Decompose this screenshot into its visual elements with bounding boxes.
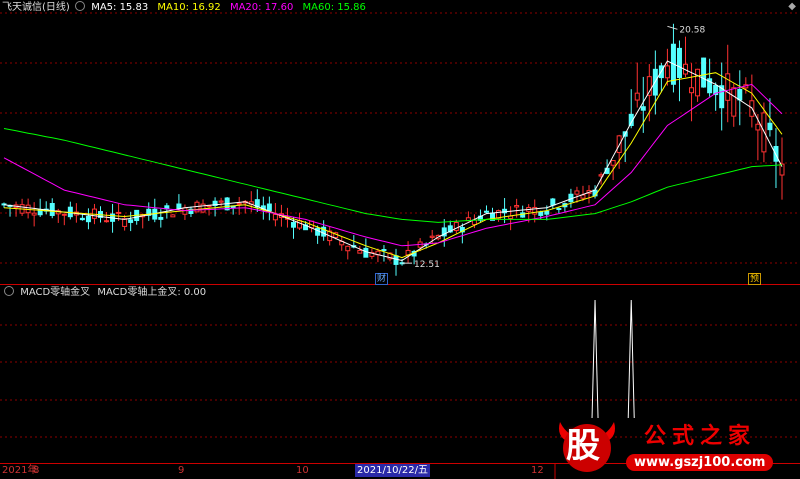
settings-circle-icon[interactable] — [75, 1, 85, 11]
candle-body — [737, 88, 743, 101]
ma20-label: MA20: 17.60 — [229, 2, 294, 13]
candle-body — [170, 214, 176, 218]
ma5-label: MA5: 15.83 — [91, 2, 149, 13]
ma10-line — [3, 72, 783, 259]
candle-body — [272, 213, 278, 221]
candle-body — [429, 235, 435, 238]
candle-body — [755, 123, 761, 131]
candle-body — [574, 190, 580, 195]
financial-report-tag[interactable]: 财 — [375, 273, 389, 285]
candle-body — [689, 87, 695, 94]
candle-body — [664, 65, 670, 79]
candle-body — [634, 92, 640, 101]
price-annotations: 20.58 12.51 — [402, 25, 705, 270]
candle-body — [49, 203, 55, 216]
candle-body — [731, 87, 737, 117]
main-panel-header: 飞天诚信(日线) MA5: 15.83 MA10: 16.92 MA20: 17… — [2, 1, 372, 14]
candle-body — [695, 68, 701, 97]
forecast-tag[interactable]: 预 — [748, 273, 762, 285]
ma10-label: MA10: 16.92 — [157, 2, 221, 13]
panel-menu-icon[interactable]: ◆ — [788, 1, 796, 12]
main-panel-title[interactable]: 飞天诚信(日线) — [2, 2, 70, 13]
ma60-line — [3, 128, 783, 223]
ma5-line — [3, 60, 783, 262]
candle-body — [61, 213, 67, 216]
sub-panel-header: MACD零轴金叉 MACD零轴上金叉: 0.00 — [2, 286, 206, 299]
candle-body — [31, 212, 37, 216]
candle-body — [725, 73, 731, 101]
candle-body — [357, 249, 363, 254]
candle-body — [116, 211, 122, 214]
candle-body — [767, 122, 773, 131]
candle-body — [381, 249, 387, 252]
candle-body — [640, 106, 646, 111]
watermark-logo-text: 股 — [566, 426, 600, 466]
candle-body — [556, 208, 562, 211]
candle-body — [514, 205, 520, 208]
grid-lines — [0, 12, 800, 479]
ma20-line — [3, 83, 783, 247]
candle-body — [610, 160, 616, 166]
candle-body — [363, 247, 369, 258]
macd-signal-series — [591, 299, 635, 419]
candle-body — [550, 198, 556, 206]
candle-body — [290, 222, 296, 228]
price-annotation: 12.51 — [414, 260, 440, 270]
candle-body — [236, 202, 242, 205]
date-tick-label: 9 — [178, 465, 185, 476]
candle-body — [701, 57, 707, 88]
cursor-date-label: 2021/10/22/五 — [355, 464, 431, 477]
watermark: 股 公式之家 www.gszj100.com — [556, 416, 796, 476]
indicator-settings-icon[interactable] — [4, 286, 14, 296]
candle-body — [483, 210, 489, 213]
candle-body — [104, 220, 110, 223]
candle-body — [158, 216, 164, 220]
chart-canvas: 20.58 12.51 — [0, 12, 800, 479]
candle-body — [520, 212, 526, 218]
candle-body — [393, 255, 399, 265]
price-annotation: 20.58 — [679, 25, 705, 35]
candle-body — [266, 203, 272, 212]
indicator-title[interactable]: MACD零轴金叉 — [20, 287, 90, 298]
annotation-leader — [667, 25, 678, 30]
candle-body — [538, 211, 544, 216]
indicator-value: MACD零轴上金叉: 0.00 — [97, 287, 207, 298]
candle-body — [79, 217, 85, 221]
date-tick-label: 10 — [296, 465, 309, 476]
watermark-url: www.gszj100.com — [626, 454, 774, 471]
candle-body — [345, 245, 351, 252]
watermark-title: 公式之家 — [644, 424, 757, 449]
candle-body — [544, 210, 550, 215]
candle-body — [128, 219, 134, 223]
ma60-label: MA60: 15.86 — [302, 2, 366, 13]
candle-body — [218, 200, 224, 203]
candle-body — [297, 220, 303, 229]
candle-body — [85, 215, 91, 223]
candle-body — [176, 203, 182, 209]
date-tick-label: 12 — [531, 465, 544, 476]
date-tick-label: 8 — [33, 465, 40, 476]
candle-body — [676, 47, 682, 78]
moving-average-lines — [3, 60, 783, 262]
